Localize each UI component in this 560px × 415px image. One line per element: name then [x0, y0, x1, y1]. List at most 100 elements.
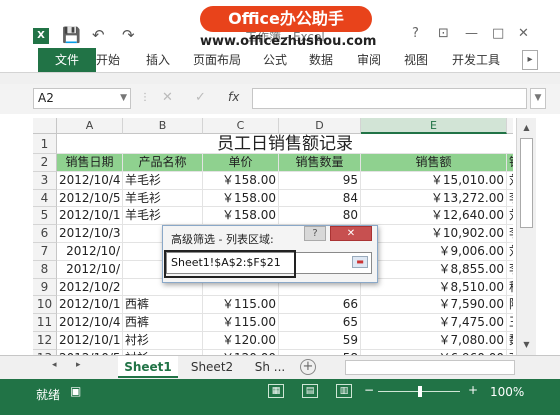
table-cell[interactable]: 80: [279, 207, 361, 226]
table-cell[interactable]: ￥8,510.00: [361, 278, 507, 297]
table-cell[interactable]: 魏: [507, 332, 513, 350]
tab-formulas[interactable]: 公式: [263, 48, 287, 72]
table-header-cell[interactable]: 销售日期: [57, 154, 123, 172]
table-header-cell[interactable]: 销: [507, 154, 513, 172]
row-header[interactable]: 11: [33, 314, 57, 332]
formula-input[interactable]: [252, 88, 527, 109]
table-cell[interactable]: ￥7,590.00: [361, 296, 507, 315]
ribbon-display-button[interactable]: ⊡: [438, 26, 449, 41]
table-cell[interactable]: 66: [279, 296, 361, 315]
help-button[interactable]: ?: [412, 26, 419, 41]
table-cell[interactable]: 羊毛衫: [123, 189, 203, 208]
table-cell[interactable]: 程: [507, 279, 513, 297]
expand-formula-button[interactable]: ▼: [530, 88, 546, 109]
table-cell[interactable]: 西裤: [123, 314, 203, 332]
tab-developer[interactable]: 开发工具: [452, 48, 500, 72]
table-cell[interactable]: ￥158.00: [203, 207, 279, 226]
tab-sheet1[interactable]: Sheet1: [118, 356, 178, 378]
normal-view-icon[interactable]: ▦: [268, 384, 284, 398]
row-header[interactable]: 8: [33, 260, 57, 279]
column-header[interactable]: A: [57, 118, 123, 134]
column-header[interactable]: D: [279, 118, 361, 134]
table-cell[interactable]: 刘: [507, 243, 513, 261]
sheet-title-cell[interactable]: 员工日销售额记录: [57, 134, 513, 154]
chevron-down-icon[interactable]: ▼: [120, 89, 127, 108]
table-cell[interactable]: ￥8,855.00: [361, 260, 507, 279]
tab-file[interactable]: 文件: [38, 48, 96, 72]
table-cell[interactable]: ￥7,080.00: [361, 332, 507, 350]
tab-view[interactable]: 视图: [404, 48, 428, 72]
zoom-slider-thumb[interactable]: [418, 386, 422, 397]
horizontal-scrollbar[interactable]: [345, 360, 515, 375]
row-header[interactable]: 4: [33, 189, 57, 208]
redo-icon[interactable]: ↷: [122, 26, 135, 44]
table-cell[interactable]: ￥115.00: [203, 296, 279, 315]
tab-sheet3[interactable]: Sh ...: [246, 356, 294, 378]
table-cell[interactable]: 2012/10/: [57, 260, 123, 279]
tab-page-layout[interactable]: 页面布局: [193, 48, 241, 72]
column-header[interactable]: [507, 118, 513, 134]
table-cell[interactable]: 2012/10/1: [57, 332, 123, 350]
close-button[interactable]: ✕: [518, 26, 529, 41]
add-sheet-button[interactable]: +: [300, 359, 316, 375]
row-header[interactable]: 2: [33, 154, 57, 172]
row-header[interactable]: 10: [33, 296, 57, 315]
vertical-scrollbar[interactable]: ▲ ▼: [516, 118, 536, 355]
cancel-button[interactable]: ✕: [162, 90, 173, 105]
row-header[interactable]: 3: [33, 171, 57, 190]
ribbon-scroll-button[interactable]: ▸: [522, 50, 538, 70]
table-cell[interactable]: ￥158.00: [203, 189, 279, 208]
table-cell[interactable]: 衬衫: [123, 332, 203, 350]
macro-record-icon[interactable]: ▣: [70, 384, 81, 398]
page-break-view-icon[interactable]: ▥: [336, 384, 352, 398]
column-header[interactable]: E: [361, 118, 507, 134]
table-cell[interactable]: 2012/10/2: [57, 278, 123, 297]
tab-sheet2[interactable]: Sheet2: [182, 356, 242, 378]
table-cell[interactable]: 2012/10/5: [57, 189, 123, 208]
row-header[interactable]: 5: [33, 207, 57, 226]
column-header[interactable]: B: [123, 118, 203, 134]
table-cell[interactable]: 95: [279, 171, 361, 190]
insert-function-button[interactable]: fx: [228, 90, 239, 104]
tab-home[interactable]: 开始: [96, 48, 120, 72]
undo-icon[interactable]: ↶: [92, 26, 105, 44]
row-header[interactable]: 6: [33, 225, 57, 243]
zoom-out-button[interactable]: −: [364, 383, 374, 397]
table-cell[interactable]: 陈: [507, 296, 513, 315]
table-cell[interactable]: ￥158.00: [203, 171, 279, 190]
minimize-button[interactable]: —: [465, 26, 478, 41]
table-header-cell[interactable]: 产品名称: [123, 154, 203, 172]
table-cell[interactable]: 2012/10/3: [57, 225, 123, 243]
table-cell[interactable]: 西裤: [123, 296, 203, 315]
sheet-next-icon[interactable]: ▸: [76, 360, 81, 370]
dialog-close-button[interactable]: ✕: [330, 226, 372, 241]
table-cell[interactable]: 84: [279, 189, 361, 208]
table-cell[interactable]: ￥10,902.00: [361, 225, 507, 243]
table-cell[interactable]: 59: [279, 332, 361, 350]
sheet-prev-icon[interactable]: ◂: [52, 360, 57, 370]
table-cell[interactable]: 2012/10/1: [57, 296, 123, 315]
save-icon[interactable]: 💾: [62, 26, 81, 44]
scroll-up-icon[interactable]: ▲: [520, 121, 533, 134]
dialog-help-button[interactable]: ?: [304, 226, 326, 241]
table-header-cell[interactable]: 单价: [203, 154, 279, 172]
table-cell[interactable]: 刘: [507, 172, 513, 190]
row-header[interactable]: 9: [33, 278, 57, 297]
table-header-cell[interactable]: 销售额: [361, 154, 507, 172]
tab-review[interactable]: 审阅: [357, 48, 381, 72]
table-cell[interactable]: ￥120.00: [203, 332, 279, 350]
row-header[interactable]: 7: [33, 243, 57, 261]
scroll-down-icon[interactable]: ▼: [520, 338, 533, 351]
table-cell[interactable]: 2012/10/4: [57, 171, 123, 190]
zoom-level[interactable]: 100%: [490, 385, 524, 399]
table-cell[interactable]: 王: [507, 314, 513, 332]
row-header[interactable]: 12: [33, 332, 57, 350]
column-header[interactable]: C: [203, 118, 279, 134]
table-cell[interactable]: ￥15,010.00: [361, 171, 507, 190]
collapse-dialog-icon[interactable]: ▬: [352, 256, 368, 268]
table-cell[interactable]: 李: [507, 190, 513, 208]
row-header[interactable]: 1: [33, 134, 57, 154]
page-layout-view-icon[interactable]: ▤: [302, 384, 318, 398]
table-cell[interactable]: 羊毛衫: [123, 171, 203, 190]
maximize-button[interactable]: □: [492, 26, 504, 41]
